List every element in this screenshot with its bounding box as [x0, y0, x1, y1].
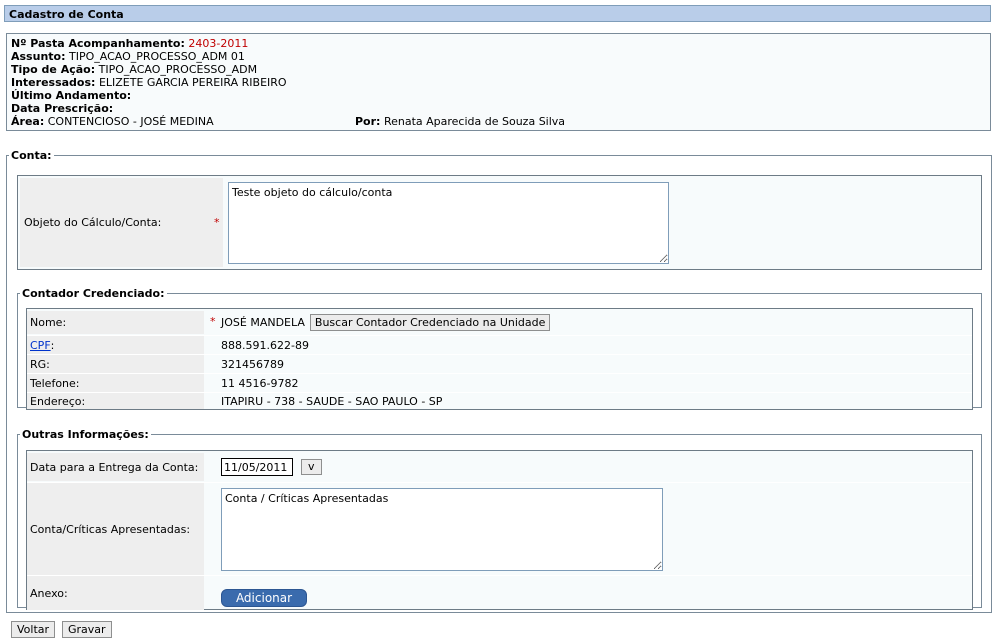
tipo-acao-label: Tipo de Ação: — [11, 63, 96, 76]
data-entrega-input[interactable] — [221, 458, 293, 476]
assunto-value: TIPO_ACAO_PROCESSO_ADM 01 — [68, 50, 245, 63]
por-field: Por: Renata Aparecida de Souza Silva — [355, 115, 565, 128]
pasta-value: 2403-2011 — [188, 37, 249, 50]
pasta-label: Nº Pasta Acompanhamento: — [11, 37, 185, 50]
objeto-panel: Objeto do Cálculo/Conta: * Teste objeto … — [17, 175, 982, 270]
data-prescricao-label: Data Prescrição: — [11, 102, 114, 115]
info-tipo-row: Tipo de Ação: TIPO_ACAO_PROCESSO_ADM — [11, 63, 986, 76]
cpf-link[interactable]: CPF — [30, 339, 51, 352]
adicionar-button[interactable]: Adicionar — [221, 589, 307, 607]
info-pasta-row: Nº Pasta Acompanhamento: 2403-2011 — [11, 37, 986, 50]
telefone-row: Telefone: 11 4516-9782 — [27, 373, 972, 392]
conta-legend: Conta: — [11, 149, 52, 162]
endereco-row: Endereço: ITAPIRU - 738 - SAUDE - SAO PA… — [27, 392, 972, 409]
voltar-button[interactable]: Voltar — [11, 621, 56, 638]
contador-panel: Nome: * JOSÉ MANDELA Buscar Contador Cre… — [26, 308, 973, 410]
outras-legend: Outras Informações: — [22, 428, 149, 441]
info-assunto-row: Assunto: TIPO_ACAO_PROCESSO_ADM 01 — [11, 50, 986, 63]
process-info-panel: Nº Pasta Acompanhamento: 2403-2011 Assun… — [6, 33, 991, 131]
objeto-textarea[interactable]: Teste objeto do cálculo/conta — [228, 182, 669, 264]
data-entrega-row: Data para a Entrega da Conta: v — [27, 453, 972, 481]
gravar-button[interactable]: Gravar — [62, 621, 112, 638]
cpf-value: 888.591.622-89 — [221, 338, 309, 352]
outras-panel: Data para a Entrega da Conta: v Conta/Cr… — [26, 450, 973, 610]
objeto-label-cell: Objeto do Cálculo/Conta: — [20, 178, 223, 267]
page-title: Cadastro de Conta — [4, 5, 991, 22]
telefone-label: Telefone: — [30, 376, 80, 390]
area-value: CONTENCIOSO - JOSÉ MEDINA — [47, 115, 214, 128]
por-value: Renata Aparecida de Souza Silva — [383, 115, 566, 128]
rg-label: RG: — [30, 357, 50, 371]
objeto-required-mark: * — [214, 216, 220, 229]
info-ultimo-row: Último Andamento: — [11, 89, 986, 102]
date-picker-button[interactable]: v — [301, 459, 322, 475]
contador-fieldset: Contador Credenciado: Nome: * JOSÉ MANDE… — [17, 287, 982, 410]
data-entrega-label: Data para a Entrega da Conta: — [30, 460, 199, 474]
criticas-textarea[interactable]: Conta / Críticas Apresentadas — [221, 488, 663, 571]
rg-value: 321456789 — [221, 357, 284, 371]
info-area-row: Área: CONTENCIOSO - JOSÉ MEDINA Por: Ren… — [11, 115, 986, 128]
assunto-label: Assunto: — [11, 50, 66, 63]
interessados-value: ELIZETE GARCIA PEREIRA RIBEIRO — [98, 76, 287, 89]
nome-required-mark: * — [210, 315, 216, 328]
endereco-value: ITAPIRU - 738 - SAUDE - SAO PAULO - SP — [221, 394, 443, 408]
info-prescricao-row: Data Prescrição: — [11, 102, 986, 115]
criticas-label: Conta/Críticas Apresentadas: — [30, 522, 191, 536]
telefone-value: 11 4516-9782 — [221, 376, 299, 390]
ultimo-andamento-label: Último Andamento: — [11, 89, 132, 102]
anexo-row: Anexo: Adicionar — [27, 575, 972, 610]
conta-fieldset: Conta: Objeto do Cálculo/Conta: * Teste … — [6, 149, 992, 613]
buscar-contador-button[interactable]: Buscar Contador Credenciado na Unidade — [309, 314, 551, 331]
interessados-label: Interessados: — [11, 76, 96, 89]
nome-row: Nome: * JOSÉ MANDELA Buscar Contador Cre… — [27, 311, 972, 334]
objeto-label: Objeto do Cálculo/Conta: — [24, 216, 162, 229]
criticas-row: Conta/Críticas Apresentadas: Conta / Crí… — [27, 482, 972, 575]
area-label: Área: — [11, 115, 45, 128]
outras-fieldset: Outras Informações: Data para a Entrega … — [17, 428, 982, 610]
cpf-colon: : — [50, 338, 55, 352]
endereco-label: Endereço: — [30, 394, 86, 408]
anexo-label: Anexo: — [30, 586, 68, 600]
por-label: Por: — [355, 115, 381, 128]
info-interessados-row: Interessados: ELIZETE GARCIA PEREIRA RIB… — [11, 76, 986, 89]
nome-label: Nome: — [30, 316, 67, 329]
cpf-row: CPF: 888.591.622-89 — [27, 335, 972, 354]
rg-row: RG: 321456789 — [27, 354, 972, 373]
contador-legend: Contador Credenciado: — [22, 287, 165, 300]
tipo-acao-value: TIPO_ACAO_PROCESSO_ADM — [98, 63, 258, 76]
contador-nome-value: JOSÉ MANDELA — [221, 316, 305, 329]
